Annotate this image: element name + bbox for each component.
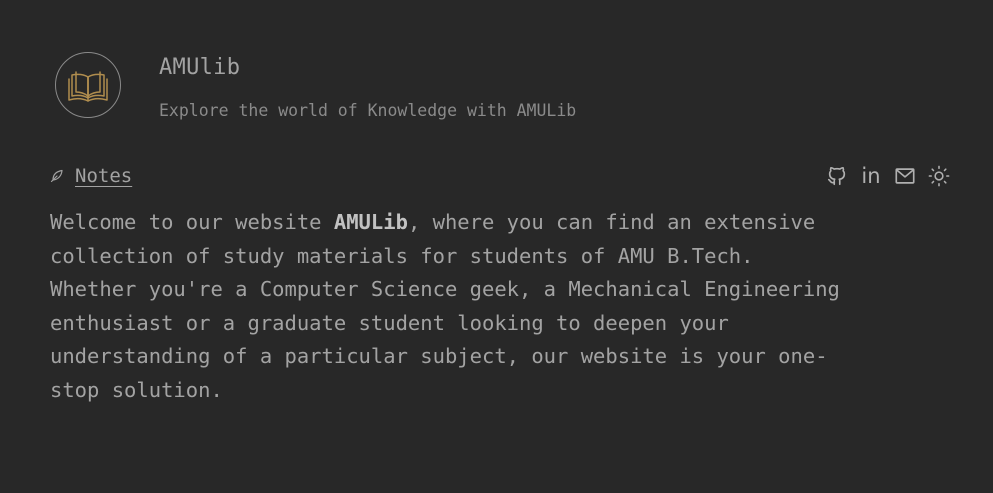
notes-label: Notes <box>75 165 133 187</box>
open-book-icon <box>68 71 108 102</box>
linkedin-icon: in <box>861 164 881 188</box>
intro-line2: collection of study materials for studen… <box>50 243 754 268</box>
mail-icon <box>895 168 915 184</box>
linkedin-link[interactable]: in <box>860 164 882 188</box>
mail-link[interactable] <box>894 164 916 188</box>
site-title[interactable]: AMUlib <box>159 54 576 82</box>
site-subtitle: Explore the world of Knowledge with AMUL… <box>159 101 577 120</box>
intro-line6: stop solution. <box>50 377 223 402</box>
intro-paragraph: Welcome to our website AMULib, where you… <box>50 206 930 408</box>
notes-link[interactable]: Notes <box>50 163 132 189</box>
navbar: Notes in <box>50 163 950 191</box>
intro-line3: Whether you're a Computer Science geek, … <box>50 277 840 302</box>
theme-toggle-button[interactable] <box>928 164 950 188</box>
leaf-icon <box>50 169 63 183</box>
intro-line4: enthusiast or a graduate student looking… <box>50 310 729 335</box>
intro-line1-suffix: , where you can find an extensive <box>407 210 816 234</box>
site-header: AMUlib Explore the world of Knowledge wi… <box>55 52 576 121</box>
sun-icon <box>928 165 950 187</box>
intro-line5: understanding of a particular subject, o… <box>50 344 828 369</box>
github-icon <box>827 166 846 186</box>
github-link[interactable] <box>826 164 848 188</box>
intro-site-name: AMULib <box>333 210 408 234</box>
title-block: AMUlib Explore the world of Knowledge wi… <box>159 54 576 121</box>
site-logo[interactable] <box>55 52 121 118</box>
intro-line1-prefix: Welcome to our website <box>50 210 334 234</box>
social-links: in <box>826 164 950 188</box>
